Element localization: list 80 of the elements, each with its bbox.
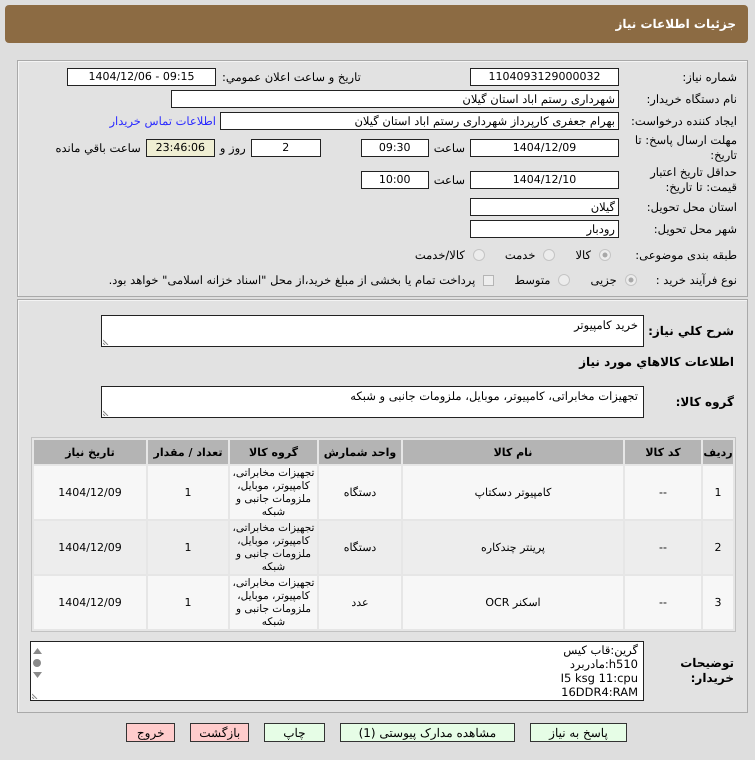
- field-label: توضیحات خریدار:: [679, 656, 734, 686]
- action-button[interactable]: چاپ: [264, 723, 325, 742]
- action-button[interactable]: مشاهده مدارک پیوستی (1): [340, 723, 516, 742]
- validity-date-field[interactable]: 1404/12/10: [470, 171, 619, 189]
- column-header: کد کالا: [625, 440, 701, 464]
- need-date-cell: 1404/12/09: [34, 466, 146, 519]
- column-header: تعداد / مقدار: [148, 440, 228, 464]
- deadline-time-field[interactable]: 09:30: [360, 139, 429, 157]
- quantity-cell: 1: [148, 576, 228, 629]
- buyer-notes-field[interactable]: گرین:قاب کیس h510:مادربرد I5 ksg 11:cpu 16DDR4:RAM: [30, 641, 644, 701]
- need-date-cell: 1404/12/09: [34, 521, 146, 574]
- column-header: نام کالا: [403, 440, 623, 464]
- field-label: نوع فرآیند خرید :: [656, 272, 737, 288]
- page-title: جزئیات اطلاعات نیاز: [615, 17, 736, 31]
- column-header: واحد شمارش: [319, 440, 401, 464]
- quantity-cell: 1: [148, 521, 228, 574]
- action-button[interactable]: خروج: [126, 723, 176, 742]
- time-label: ساعت: [434, 173, 465, 187]
- option-label: خدمت: [504, 248, 536, 262]
- field-label: طبقه بندی موضوعی:: [634, 248, 737, 262]
- field-label: ایجاد کننده درخواست:: [630, 114, 737, 128]
- need-date-cell: 1404/12/09: [34, 576, 146, 629]
- province-field[interactable]: گیلان: [470, 198, 619, 216]
- row-number-cell: 1: [703, 466, 733, 519]
- field-label: استان محل تحویل:: [646, 200, 737, 214]
- scroll-thumb-icon[interactable]: [33, 659, 41, 667]
- option-label: جزیی: [590, 273, 617, 287]
- description-field[interactable]: خرید کامپیوتر: [101, 315, 644, 347]
- row-number-cell: 2: [703, 521, 733, 574]
- field-label: نام دستگاه خریدار:: [645, 92, 737, 106]
- unit-cell: دستگاه: [319, 521, 401, 574]
- option-label: کالا: [575, 248, 591, 262]
- field-label: شرح کلي نیاز:: [647, 324, 734, 338]
- item-name-cell: پرینتر چندکاره: [403, 521, 623, 574]
- scroll-up-icon[interactable]: [32, 648, 42, 654]
- days-left-field[interactable]: 2: [250, 139, 321, 157]
- requester-field[interactable]: بهرام جعفری کارپرداز شهرداری رستم اباد استان گیلان: [220, 112, 619, 130]
- item-name-cell: کامپیوتر دسکتاپ: [403, 466, 623, 519]
- announce-date-field[interactable]: 1404/12/06 - 09:15: [67, 68, 216, 86]
- field-label: شهر محل تحویل:: [652, 222, 737, 236]
- column-header: ردیف: [703, 440, 733, 464]
- unit-cell: عدد: [319, 576, 401, 629]
- field-label: گروه کالا:: [674, 394, 734, 410]
- field-label: حداقل تاریخ اعتبار قیمت: تا تاریخ:: [648, 165, 737, 195]
- deadline-date-field[interactable]: 1404/12/09: [470, 139, 619, 157]
- action-button[interactable]: پاسخ به نیاز: [530, 723, 627, 742]
- city-field[interactable]: رودبار: [470, 220, 619, 238]
- buyer-org-field[interactable]: شهرداری رستم اباد استان گیلان: [171, 90, 619, 108]
- time-label: ساعت: [434, 141, 465, 155]
- item-group-cell: تجهیزات مخابراتی، کامپیوتر، موبایل، ملزومات جانبی و شبکه: [230, 521, 317, 574]
- option-label: کالا/خدمت: [414, 248, 465, 262]
- field-label: مهلت ارسال پاسخ: تا تاریخ:: [634, 133, 737, 163]
- item-group-cell: تجهیزات مخابراتی، کامپیوتر، موبایل، ملزومات جانبی و شبکه: [230, 576, 317, 629]
- validity-time-field[interactable]: 10:00: [360, 171, 429, 189]
- item-code-cell: --: [625, 576, 701, 629]
- contact-info-link[interactable]: اطلاعات تماس خریدار: [109, 114, 216, 128]
- section-title: اطلاعات کالاهاي مورد نیاز: [578, 355, 734, 370]
- time-left-label: ساعت باقي مانده: [56, 141, 141, 155]
- column-header: گروه کالا: [230, 440, 317, 464]
- resize-grip-icon[interactable]: [32, 691, 40, 699]
- column-header: تاریخ نیاز: [34, 440, 146, 464]
- quantity-cell: 1: [148, 466, 228, 519]
- option-label: متوسط: [514, 273, 550, 287]
- need-number-field[interactable]: 1104093129000032: [470, 68, 619, 86]
- item-group-field[interactable]: تجهیزات مخابراتی، کامپیوتر، موبایل، ملزومات جانبی و شبکه: [101, 386, 644, 418]
- item-code-cell: --: [625, 521, 701, 574]
- days-label: روز و: [220, 141, 246, 155]
- action-button[interactable]: بازگشت: [190, 723, 250, 742]
- resize-grip-icon[interactable]: [103, 337, 111, 345]
- field-label: تاریخ و ساعت اعلان عمومي:: [222, 70, 361, 84]
- row-number-cell: 3: [703, 576, 733, 629]
- scroll-down-icon[interactable]: [32, 672, 42, 678]
- unit-cell: دستگاه: [319, 466, 401, 519]
- time-left-field[interactable]: 23:46:06: [146, 139, 215, 157]
- checkbox-label: پرداخت تمام یا بخشی از مبلغ خرید،از محل "اسناد خزانه اسلامی" خواهد بود.: [108, 273, 476, 287]
- item-name-cell: اسکنر OCR: [403, 576, 623, 629]
- item-group-cell: تجهیزات مخابراتی، کامپیوتر، موبایل، ملزومات جانبی و شبکه: [230, 466, 317, 519]
- item-code-cell: --: [625, 466, 701, 519]
- field-label: شماره نیاز:: [681, 70, 737, 84]
- resize-grip-icon[interactable]: [103, 408, 111, 416]
